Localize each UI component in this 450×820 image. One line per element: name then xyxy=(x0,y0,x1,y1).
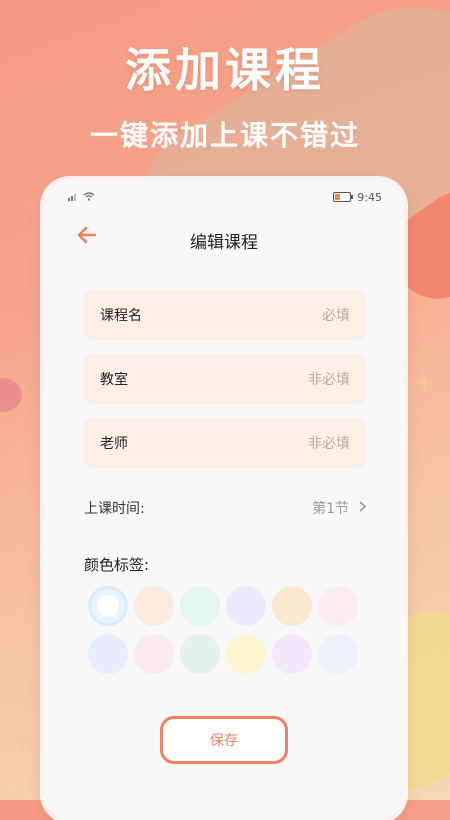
color-swatch[interactable] xyxy=(318,586,358,626)
phone-frame: 9:45 编辑课程 课程名 必填 教室 非必填 老师 非必填 上课时间: 第1节… xyxy=(44,180,404,820)
status-bar: 9:45 xyxy=(68,190,382,204)
color-swatch[interactable] xyxy=(180,634,220,674)
classroom-field[interactable]: 教室 非必填 xyxy=(84,354,366,404)
color-swatch[interactable] xyxy=(180,586,220,626)
color-swatch[interactable] xyxy=(226,634,266,674)
color-swatch[interactable] xyxy=(272,634,312,674)
teacher-label: 老师 xyxy=(100,436,128,452)
class-time-value: 第1节 xyxy=(312,501,349,517)
color-swatch[interactable] xyxy=(226,586,266,626)
signal-icon xyxy=(68,191,78,204)
save-button[interactable]: 保存 xyxy=(160,716,288,764)
battery-icon xyxy=(333,192,354,202)
wifi-icon xyxy=(83,191,95,204)
class-time-label: 上课时间: xyxy=(84,501,145,517)
color-swatch[interactable] xyxy=(88,634,128,674)
course-name-label: 课程名 xyxy=(100,308,142,324)
status-time: 9:45 xyxy=(357,190,382,204)
chevron-right-icon xyxy=(359,500,367,516)
navbar: 编辑课程 xyxy=(44,224,404,254)
course-name-placeholder: 必填 xyxy=(322,308,350,324)
class-time-selector[interactable]: 上课时间: 第1节 xyxy=(84,496,367,520)
promo-headline: 添加课程 xyxy=(125,43,325,97)
color-swatch[interactable] xyxy=(134,634,174,674)
color-swatch[interactable] xyxy=(134,586,174,626)
color-tag-label: 颜色标签: xyxy=(84,556,150,574)
page-title: 编辑课程 xyxy=(190,233,258,253)
teacher-field[interactable]: 老师 非必填 xyxy=(84,418,366,468)
classroom-label: 教室 xyxy=(100,372,128,388)
decorative-plus-icon: + xyxy=(10,725,34,758)
promo-subline: 一键添加上课不错过 xyxy=(89,119,360,152)
color-swatch[interactable] xyxy=(318,634,358,674)
classroom-placeholder: 非必填 xyxy=(308,372,350,388)
color-swatch-grid xyxy=(88,586,368,674)
color-swatch[interactable] xyxy=(88,586,128,626)
course-name-field[interactable]: 课程名 必填 xyxy=(84,290,366,340)
decorative-circle xyxy=(0,378,22,412)
decorative-plus-icon: + xyxy=(412,365,436,398)
color-swatch[interactable] xyxy=(272,586,312,626)
teacher-placeholder: 非必填 xyxy=(308,436,350,452)
